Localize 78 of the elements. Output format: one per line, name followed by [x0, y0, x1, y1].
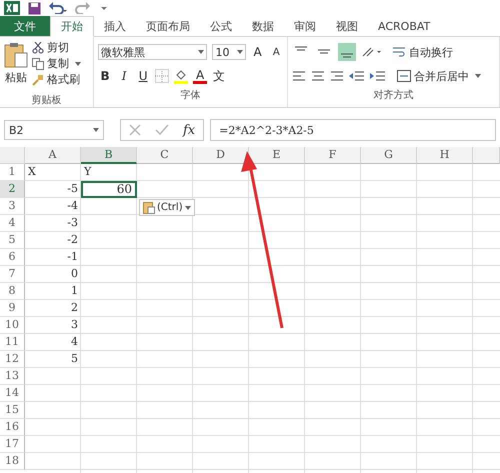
caret-icon[interactable] — [75, 62, 81, 66]
paste-button[interactable]: 粘贴 — [4, 40, 28, 93]
clipboard-icon — [143, 201, 155, 214]
phonetic-button[interactable]: 文 — [212, 68, 226, 84]
ribbon-tab[interactable]: 页面布局 — [136, 16, 200, 36]
align-center-icon[interactable] — [311, 70, 326, 82]
row-header[interactable]: 2 — [0, 181, 25, 198]
formula-field[interactable]: =2*A2^2-3*A2-5 — [210, 119, 496, 141]
check-icon[interactable] — [155, 124, 169, 136]
customize-toolbar-icon[interactable] — [101, 5, 107, 11]
name-box[interactable]: B2 — [4, 120, 104, 140]
increase-indent-icon[interactable] — [370, 70, 386, 82]
caret-icon[interactable] — [475, 74, 482, 78]
group-label: 对齐方式 — [372, 88, 415, 102]
table-cell-text: 5 — [70, 351, 79, 367]
table-cell-text: -1 — [66, 249, 79, 265]
group-label: 字体 — [180, 88, 202, 102]
shrink-font-button[interactable]: A — [269, 46, 284, 58]
table-cell-text: X — [27, 164, 37, 180]
underline-button[interactable]: U — [136, 69, 150, 83]
table-cell-text: -2 — [66, 232, 79, 248]
table-cell-text: -4 — [66, 198, 79, 214]
copy-button[interactable]: 复制 — [32, 56, 81, 71]
column-header[interactable]: D — [193, 147, 249, 164]
scissors-icon — [32, 42, 44, 54]
font-color-button[interactable]: A — [193, 68, 208, 84]
grow-font-button[interactable]: A — [250, 45, 264, 59]
merge-center-button[interactable]: 合并后居中 — [397, 68, 482, 84]
cut-button[interactable]: 剪切 — [32, 40, 81, 55]
selected-cell: 60 — [81, 181, 137, 198]
insert-function-button[interactable]: fx — [183, 122, 196, 138]
column-header[interactable]: F — [305, 147, 361, 164]
font-name-field[interactable]: 微软雅黑 — [98, 44, 208, 60]
column-header[interactable]: E — [249, 147, 305, 164]
ribbon-tab[interactable]: 视图 — [326, 16, 368, 36]
text-orientation-icon[interactable] — [361, 46, 382, 58]
column-header[interactable]: A — [25, 147, 81, 164]
format-painter-button[interactable]: 格式刷 — [32, 72, 81, 87]
copy-icon — [32, 58, 44, 70]
font-size-field[interactable]: 10 — [212, 44, 246, 60]
align-right-icon[interactable] — [330, 70, 344, 82]
file-tab[interactable]: 文件 — [0, 16, 50, 36]
column-header[interactable]: G — [361, 147, 417, 164]
italic-button[interactable]: I — [117, 69, 132, 83]
ribbon-tab[interactable]: 审阅 — [284, 16, 326, 36]
undo-icon[interactable] — [49, 2, 67, 14]
bottom-align-icon[interactable] — [338, 43, 356, 61]
table-cell-text: 1 — [70, 283, 79, 299]
merge-cells-icon — [397, 70, 412, 82]
ribbon-tab[interactable]: 公式 — [200, 16, 242, 36]
save-icon[interactable] — [28, 2, 41, 14]
table-cell-text: 3 — [70, 317, 79, 333]
caret-icon[interactable] — [236, 50, 243, 54]
column-header[interactable]: C — [137, 147, 193, 164]
table-cell-text: -5 — [66, 181, 79, 197]
align-left-icon[interactable] — [292, 70, 306, 82]
wrap-text-icon — [392, 46, 406, 58]
table-cell-text: 4 — [70, 334, 79, 350]
fill-color-icon[interactable] — [174, 68, 188, 84]
ribbon-tab[interactable]: 开始 — [50, 16, 94, 37]
brush-icon — [32, 74, 44, 86]
caret-icon[interactable] — [184, 206, 191, 210]
group-label: 剪贴板 — [30, 94, 63, 107]
paste-options-button[interactable]: (Ctrl) — [139, 199, 195, 216]
table-cell-text: 0 — [70, 266, 79, 282]
caret-icon[interactable] — [198, 50, 204, 54]
ribbon-tab[interactable]: 数据 — [242, 16, 284, 36]
wrap-text-button[interactable]: 自动换行 — [392, 44, 454, 60]
table-cell-text: -3 — [66, 215, 79, 231]
bold-button[interactable]: B — [98, 69, 112, 83]
decrease-indent-icon[interactable] — [349, 70, 366, 82]
column-header[interactable]: H — [417, 147, 473, 164]
column-header[interactable]: B — [81, 147, 137, 164]
caret-icon[interactable] — [93, 128, 99, 132]
ribbon-tab[interactable]: 插入 — [94, 16, 136, 36]
ribbon-tab[interactable]: ACROBAT — [368, 16, 440, 36]
table-cell-text: Y — [82, 164, 92, 180]
table-cell-text: 2 — [70, 300, 79, 316]
